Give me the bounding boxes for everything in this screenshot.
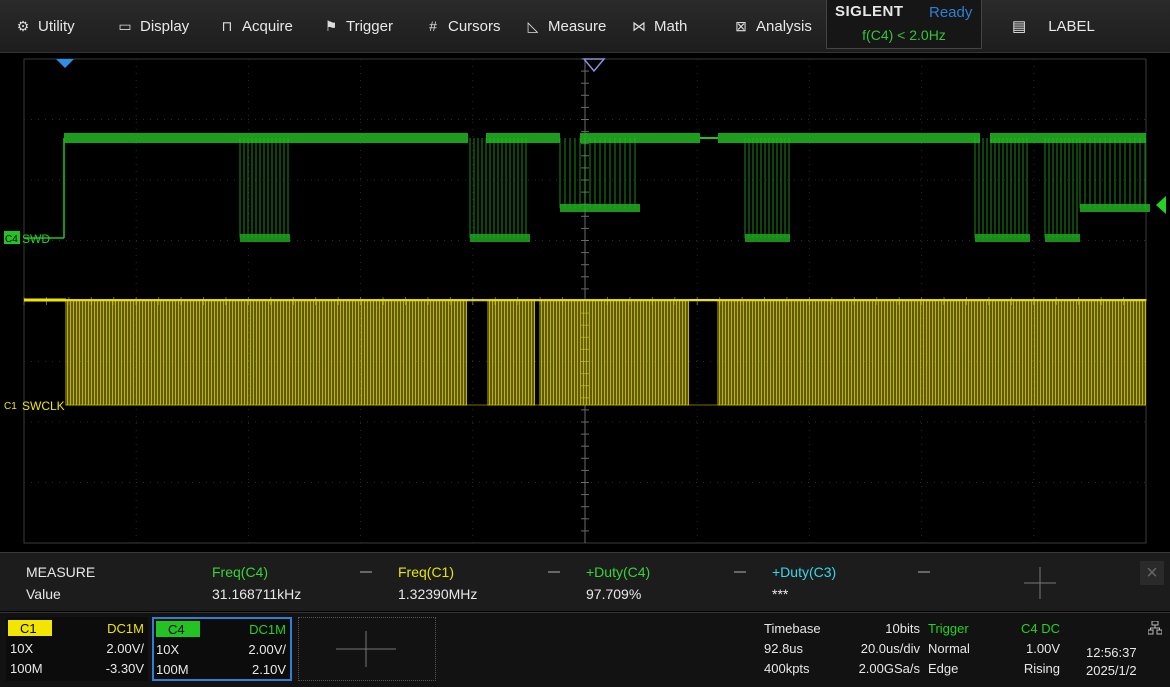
measure-value-4: *** xyxy=(772,586,789,602)
menu-math[interactable]: ⋈ Math xyxy=(630,0,687,52)
measure-name-4[interactable]: +Duty(C3) xyxy=(772,564,836,580)
measure-name-3[interactable]: +Duty(C4) xyxy=(586,564,650,580)
menu-trigger-label: Trigger xyxy=(346,17,393,35)
add-measure-icon[interactable] xyxy=(1020,563,1060,603)
timebase-bits: 10bits xyxy=(885,621,920,636)
delay-marker[interactable] xyxy=(582,58,606,73)
document-icon: ▤ xyxy=(1012,18,1027,35)
menu-display-label: Display xyxy=(140,17,190,35)
c1-tag: C1 xyxy=(4,401,17,412)
measure-title: MEASURE xyxy=(26,564,96,580)
c1-bandwidth: 100M xyxy=(10,661,43,676)
menu-math-label: Math xyxy=(654,17,688,35)
timebase-rate: 2.00GSa/s xyxy=(858,661,920,676)
math-icon: ⋈ xyxy=(632,17,646,34)
monitor-icon: ▭ xyxy=(118,17,132,34)
label-button[interactable]: ▤ LABEL xyxy=(1000,0,1170,52)
trigger-label: Trigger xyxy=(928,621,969,636)
c1-offset: -3.30V xyxy=(105,661,144,676)
trigger-position-marker[interactable] xyxy=(56,59,74,68)
c4-channel-box[interactable]: C4 DC1M 10X 2.00V/ 100M 2.10V xyxy=(152,617,292,681)
brand-logo: SIGLENT xyxy=(835,3,904,20)
c4-offset: 2.10V xyxy=(252,662,286,677)
timebase-points: 400kpts xyxy=(764,661,810,676)
waveform-display[interactable]: C4 SWD C1 SWCLK xyxy=(0,53,1170,550)
trigger-level-marker[interactable] xyxy=(1156,196,1166,214)
measure-divider xyxy=(918,571,930,573)
menu-trigger[interactable]: ⚑ Trigger xyxy=(322,0,393,52)
c4-tag: C4 xyxy=(5,234,18,245)
clock-time: 12:56:37 xyxy=(1086,645,1137,660)
c1-scale: 2.00V/ xyxy=(106,641,144,656)
status-panel: SIGLENT Ready f(C4) < 2.0Hz xyxy=(826,0,982,49)
menu-acquire[interactable]: ⊓ Acquire xyxy=(218,0,293,52)
trigger-mode: Normal xyxy=(928,641,970,656)
timebase-label: Timebase xyxy=(764,621,821,636)
measure-name-1[interactable]: Freq(C4) xyxy=(212,564,268,580)
cursors-icon: # xyxy=(429,18,437,34)
trigger-slope: Rising xyxy=(1023,661,1060,676)
c4-bandwidth: 100M xyxy=(156,662,189,677)
trigger-type: Edge xyxy=(928,661,959,676)
trigger-box[interactable]: Trigger C4 DC Normal 1.00V Edge Rising xyxy=(924,617,1064,681)
status-bar: C1 DC1M 10X 2.00V/ 100M -3.30V C4 DC1M 1… xyxy=(0,612,1170,687)
trigger-level: 1.00V xyxy=(1026,641,1060,656)
measure-divider xyxy=(548,571,560,573)
timebase-scale: 20.0us/div xyxy=(860,641,920,656)
add-channel-button[interactable] xyxy=(298,617,436,681)
menu-analysis[interactable]: ⊠ Analysis xyxy=(732,0,812,52)
c4-label: SWD xyxy=(22,232,50,246)
c1-coupling: DC1M xyxy=(107,621,144,636)
c1-probe: 10X xyxy=(10,641,34,656)
menu-bar: ⚙ Utility ▭ Display ⊓ Acquire ⚑ Trigger # Cur… xyxy=(0,0,1170,53)
c4-probe: 10X xyxy=(156,642,180,657)
menu-measure-label: Measure xyxy=(548,17,607,35)
plus-icon xyxy=(336,631,396,667)
c1-waveform xyxy=(24,298,1147,406)
menu-display[interactable]: ▭ Display xyxy=(116,0,189,52)
close-icon[interactable]: × xyxy=(1140,561,1164,585)
waveform-svg: C4 SWD C1 SWCLK xyxy=(4,58,1166,544)
measure-value-2: 1.32390MHz xyxy=(398,586,478,602)
ruler-icon: ◺ xyxy=(527,17,539,34)
analysis-icon: ⊠ xyxy=(735,17,747,34)
trigger-condition: f(C4) < 2.0Hz xyxy=(862,27,946,43)
label-button-text: LABEL xyxy=(1048,17,1095,35)
clock-box: 12:56:37 2025/1/2 xyxy=(1068,617,1168,681)
measure-value-1: 31.168711kHz xyxy=(212,586,302,602)
gear-icon: ⚙ xyxy=(16,17,30,34)
acquire-icon: ⊓ xyxy=(221,17,233,34)
measure-divider xyxy=(734,571,746,573)
acquisition-status: Ready xyxy=(929,4,973,21)
menu-utility[interactable]: ⚙ Utility xyxy=(14,0,75,52)
measurement-panel: MEASURE Value Freq(C4) 31.168711kHz Freq… xyxy=(0,552,1170,611)
measure-divider xyxy=(360,571,372,573)
trigger-source: C4 DC xyxy=(1020,621,1060,636)
c1-label: SWCLK xyxy=(22,399,65,413)
timebase-delay: 92.8us xyxy=(764,641,804,656)
measure-row-label: Value xyxy=(26,586,61,602)
measure-name-2[interactable]: Freq(C1) xyxy=(398,564,454,580)
network-icon xyxy=(1148,621,1162,635)
c4-scale: 2.00V/ xyxy=(248,642,286,657)
menu-utility-label: Utility xyxy=(38,17,75,35)
c1-channel-box[interactable]: C1 DC1M 10X 2.00V/ 100M -3.30V xyxy=(6,617,148,681)
c4-name: C4 xyxy=(168,622,185,637)
c4-coupling: DC1M xyxy=(249,622,286,637)
menu-cursors[interactable]: # Cursors xyxy=(424,0,501,52)
clock-date: 2025/1/2 xyxy=(1086,663,1137,678)
timebase-box[interactable]: Timebase 10bits 92.8us 20.0us/div 400kpt… xyxy=(758,617,924,681)
c1-name: C1 xyxy=(20,621,37,636)
menu-cursors-label: Cursors xyxy=(448,17,501,35)
c4-waveform xyxy=(24,133,1150,242)
menu-acquire-label: Acquire xyxy=(242,17,293,35)
measure-value-3: 97.709% xyxy=(586,586,642,602)
flag-icon: ⚑ xyxy=(324,17,338,34)
menu-measure[interactable]: ◺ Measure xyxy=(524,0,607,52)
menu-analysis-label: Analysis xyxy=(756,17,812,35)
